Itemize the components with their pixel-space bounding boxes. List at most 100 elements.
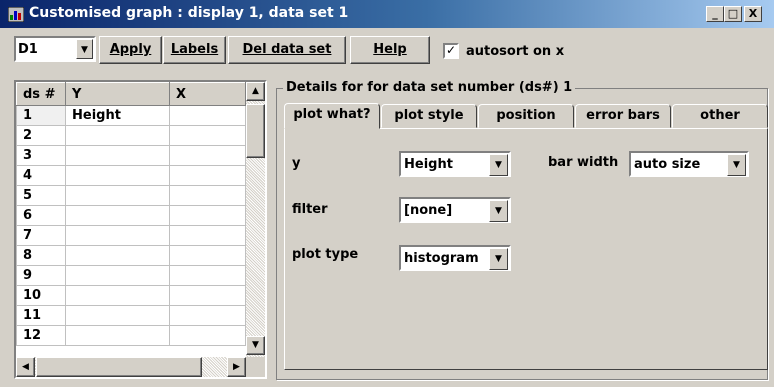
display-select[interactable]: D1 ▼ [14, 36, 96, 62]
tab-error-bars[interactable]: error bars [575, 104, 671, 128]
grid-header-y[interactable]: Y [65, 82, 170, 106]
row-num: 3 [16, 145, 66, 166]
grid-header-x[interactable]: X [169, 82, 246, 106]
scroll-left-icon[interactable]: ◀ [16, 357, 35, 377]
tab-plot-style[interactable]: plot style [381, 104, 477, 128]
cell-y[interactable] [65, 265, 170, 286]
cell-y[interactable]: Height [65, 105, 170, 126]
table-row[interactable]: 3 [16, 145, 246, 166]
cell-y[interactable] [65, 325, 170, 346]
horizontal-scroll-thumb[interactable] [36, 357, 202, 377]
row-num: 1 [16, 105, 66, 126]
cell-x[interactable] [169, 225, 246, 246]
y-label: y [292, 156, 301, 171]
chevron-down-icon[interactable]: ▼ [489, 200, 508, 222]
table-row[interactable]: 4 [16, 165, 246, 186]
table-row[interactable]: 2 [16, 125, 246, 146]
chevron-down-icon[interactable]: ▼ [727, 154, 746, 176]
labels-label: Labels [170, 42, 219, 57]
scroll-corner [246, 357, 265, 377]
help-label: Help [373, 42, 407, 57]
row-num: 6 [16, 205, 66, 226]
check-icon: ✓ [445, 43, 457, 57]
row-num: 9 [16, 265, 66, 286]
row-num: 4 [16, 165, 66, 186]
cell-x[interactable] [169, 185, 246, 206]
plot-type-label: plot type [292, 247, 359, 262]
cell-x[interactable] [169, 125, 246, 146]
cell-x[interactable] [169, 265, 246, 286]
table-row[interactable]: 12 [16, 325, 246, 346]
row-num: 8 [16, 245, 66, 266]
maximize-button[interactable]: □ [724, 6, 742, 22]
scroll-right-icon[interactable]: ▶ [227, 357, 246, 377]
scroll-up-icon[interactable]: ▲ [246, 82, 265, 101]
close-button[interactable]: X [744, 6, 762, 22]
apply-label: Apply [109, 42, 152, 57]
tab-plot-what[interactable]: plot what? [284, 103, 380, 129]
help-button[interactable]: Help [350, 36, 430, 64]
app-icon [7, 6, 25, 23]
chevron-down-icon[interactable]: ▼ [489, 248, 508, 270]
filter-label: filter [292, 202, 328, 217]
bar-width-select[interactable]: auto size ▼ [629, 151, 749, 177]
grid-header-row: ds # Y X [16, 82, 246, 106]
y-select-value: Height [404, 157, 453, 172]
labels-button[interactable]: Labels [163, 36, 226, 64]
row-num: 12 [16, 325, 66, 346]
cell-y[interactable] [65, 125, 170, 146]
table-row[interactable]: 8 [16, 245, 246, 266]
cell-y[interactable] [65, 185, 170, 206]
cell-y[interactable] [65, 205, 170, 226]
chevron-down-icon[interactable]: ▼ [76, 39, 93, 59]
table-row[interactable]: 7 [16, 225, 246, 246]
row-num: 2 [16, 125, 66, 146]
plot-type-select[interactable]: histogram ▼ [399, 245, 511, 271]
table-row[interactable]: 6 [16, 205, 246, 226]
row-num: 5 [16, 185, 66, 206]
cell-x[interactable] [169, 165, 246, 186]
tab-other[interactable]: other [672, 104, 768, 128]
cell-x[interactable] [169, 145, 246, 166]
tab-label: error bars [586, 108, 660, 123]
maximize-icon: □ [727, 7, 739, 20]
autosort-checkbox[interactable]: ✓ [443, 43, 459, 59]
cell-x[interactable] [169, 305, 246, 326]
cell-y[interactable] [65, 145, 170, 166]
del-data-set-button[interactable]: Del data set [228, 36, 346, 64]
vertical-scroll-thumb[interactable] [246, 104, 265, 158]
filter-select-value: [none] [404, 203, 453, 218]
table-row[interactable]: 5 [16, 185, 246, 206]
tab-position[interactable]: position [478, 104, 574, 128]
row-num: 10 [16, 285, 66, 306]
table-row[interactable]: 1 Height [16, 105, 246, 126]
close-icon: X [748, 7, 758, 20]
display-select-value: D1 [18, 42, 38, 57]
apply-button[interactable]: Apply [99, 36, 162, 64]
bar-width-label: bar width [548, 155, 619, 170]
y-select[interactable]: Height ▼ [399, 151, 511, 177]
bar-width-select-value: auto size [634, 157, 701, 172]
cell-y[interactable] [65, 225, 170, 246]
chevron-down-icon[interactable]: ▼ [489, 154, 508, 176]
cell-x[interactable] [169, 285, 246, 306]
cell-y[interactable] [65, 305, 170, 326]
grid-viewport: ds # Y X 1 Height 2 3 4 5 6 7 8 9 10 11 1… [16, 82, 246, 357]
row-num: 7 [16, 225, 66, 246]
table-row[interactable]: 11 [16, 305, 246, 326]
tab-label: position [496, 108, 556, 123]
cell-x[interactable] [169, 245, 246, 266]
cell-x[interactable] [169, 205, 246, 226]
minimize-button[interactable]: _ [706, 6, 724, 22]
cell-x[interactable] [169, 325, 246, 346]
cell-y[interactable] [65, 245, 170, 266]
table-row[interactable]: 10 [16, 285, 246, 306]
table-row[interactable]: 9 [16, 265, 246, 286]
cell-y[interactable] [65, 165, 170, 186]
scroll-down-icon[interactable]: ▼ [246, 336, 265, 355]
tab-label: plot what? [293, 107, 371, 122]
cell-x[interactable] [169, 105, 246, 126]
cell-y[interactable] [65, 285, 170, 306]
grid-header-ds[interactable]: ds # [16, 82, 66, 106]
filter-select[interactable]: [none] ▼ [399, 197, 511, 223]
